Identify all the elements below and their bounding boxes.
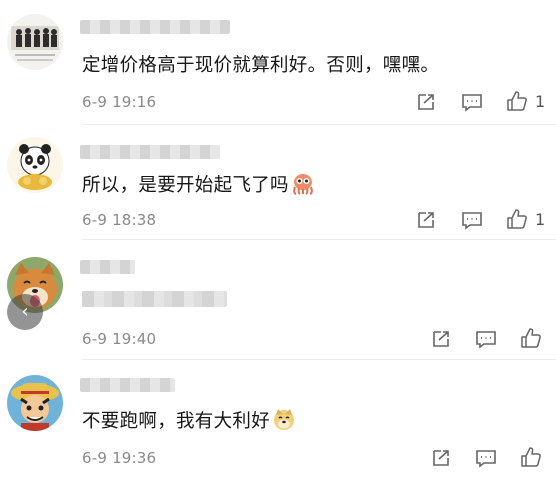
- thumbs-up-icon[interactable]: [506, 90, 528, 112]
- comment-text: 不要跑啊，我有大利好: [82, 407, 296, 436]
- username-redacted[interactable]: [80, 20, 230, 34]
- comment-time: 6-9 18:38: [82, 211, 157, 229]
- username-redacted[interactable]: [80, 145, 220, 159]
- comment-item: 所以，是要开始起飞了吗 6-9 18:38 1: [0, 125, 556, 240]
- doge-emoji: [272, 407, 296, 436]
- comment-time: 6-9 19:16: [82, 93, 157, 111]
- share-icon[interactable]: [429, 447, 451, 469]
- thumbs-up-icon[interactable]: [520, 327, 542, 349]
- comment-item: 6-9 19:40: [0, 240, 556, 360]
- thumbs-up-icon[interactable]: [506, 208, 528, 230]
- comment-icon[interactable]: [461, 209, 483, 231]
- comment-text-redacted: [82, 291, 227, 307]
- like-count: 1: [535, 210, 546, 229]
- comment-icon[interactable]: [475, 328, 497, 350]
- username-redacted[interactable]: [80, 260, 135, 274]
- cartoon-pirate-avatar[interactable]: [7, 375, 63, 431]
- comment-text: 定增价格高于现价就算利好。否则，嘿嘿。: [82, 55, 440, 76]
- comment-item: 定增价格高于现价就算利好。否则，嘿嘿。 6-9 19:16 1: [0, 0, 556, 125]
- username-redacted[interactable]: [80, 378, 175, 392]
- share-icon[interactable]: [414, 91, 436, 113]
- comment-time: 6-9 19:40: [82, 330, 157, 348]
- comment-text: 所以，是要开始起飞了吗: [82, 171, 315, 200]
- comment-time: 6-9 19:36: [82, 449, 157, 467]
- comment-item: 不要跑啊，我有大利好 6-9 19:36: [0, 360, 556, 477]
- panda-avatar[interactable]: [7, 137, 63, 193]
- share-icon[interactable]: [414, 209, 436, 231]
- group-photo-avatar[interactable]: [7, 14, 63, 70]
- comment-icon[interactable]: [475, 447, 497, 469]
- like-count: 1: [535, 92, 546, 111]
- chevron-left-icon[interactable]: ‹: [7, 294, 43, 330]
- octopus-emoji: [291, 173, 315, 200]
- comment-icon[interactable]: [461, 91, 483, 113]
- share-icon[interactable]: [429, 328, 451, 350]
- thumbs-up-icon[interactable]: [520, 446, 542, 468]
